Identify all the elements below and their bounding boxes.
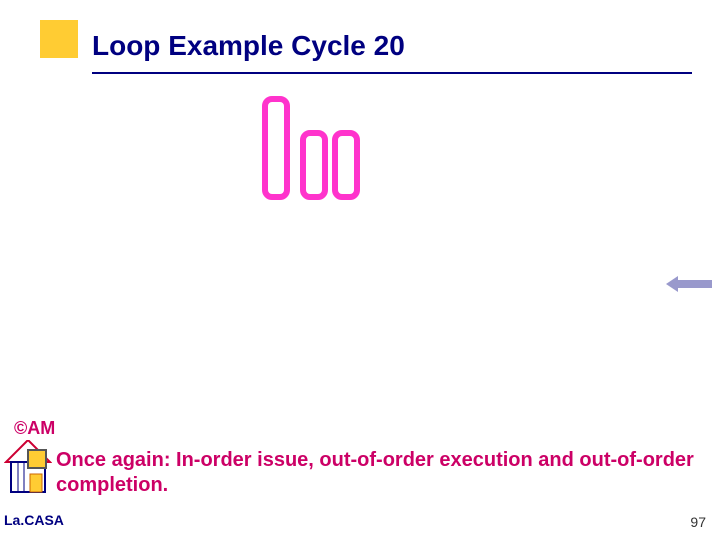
bar-2 — [300, 130, 328, 200]
title-underline — [92, 72, 692, 74]
slide-title: Loop Example Cycle 20 — [92, 30, 405, 62]
footer-brand: La.CASA — [4, 512, 64, 528]
body-bullet-text: Once again: In-order issue, out-of-order… — [56, 448, 696, 498]
bar-3 — [332, 130, 360, 200]
page-number: 97 — [690, 514, 706, 530]
copyright-label: ©AM — [14, 418, 55, 439]
bullet-icon — [27, 449, 47, 469]
bar-1 — [262, 96, 290, 200]
title-accent-square — [40, 20, 78, 58]
